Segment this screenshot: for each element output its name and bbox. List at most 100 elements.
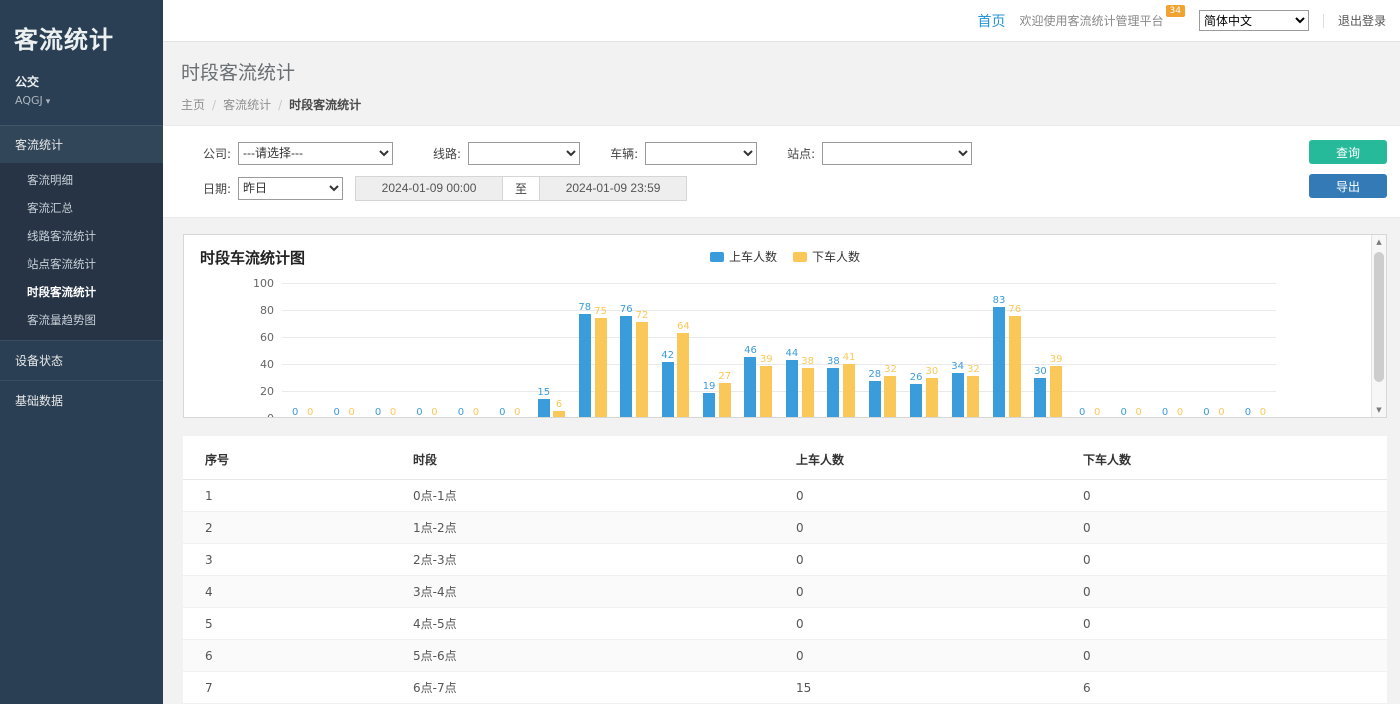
- sidebar-item-passenger-flow-summary[interactable]: 客流汇总: [0, 194, 163, 222]
- bar[interactable]: [926, 378, 938, 418]
- bar[interactable]: [744, 357, 756, 418]
- notification-badge: 34: [1166, 5, 1185, 17]
- table-cell: 0: [796, 608, 1083, 640]
- bar[interactable]: [620, 316, 632, 418]
- vehicle-select[interactable]: [645, 142, 757, 165]
- table-cell: 0: [796, 544, 1083, 576]
- sidebar-item-timeperiod-passenger-stats[interactable]: 时段客流统计: [0, 278, 163, 306]
- query-button[interactable]: 查询: [1309, 140, 1387, 164]
- bar-value-label: 0: [333, 407, 339, 418]
- welcome-text: 欢迎使用客流统计管理平台34: [1020, 12, 1185, 29]
- date-start-input[interactable]: [355, 176, 503, 201]
- station-select[interactable]: [822, 142, 972, 165]
- bar[interactable]: [884, 376, 896, 418]
- bar[interactable]: [1034, 378, 1046, 418]
- profile-user-dropdown[interactable]: AQGJ▾: [15, 94, 148, 107]
- sidebar-item-station-passenger-stats[interactable]: 站点客流统计: [0, 250, 163, 278]
- table-cell: 5: [183, 608, 413, 640]
- bar[interactable]: [802, 368, 814, 418]
- bar-value-label: 0: [348, 407, 354, 418]
- language-select[interactable]: 简体中文: [1199, 10, 1309, 31]
- bar-wrap: 0: [1133, 284, 1145, 418]
- chart-category: 263015点-16点: [903, 284, 944, 418]
- chart-card: 时段车流统计图 上车人数下车人数 020406080100 000点-1点001…: [183, 234, 1387, 418]
- breadcrumb-passenger-stats[interactable]: 客流统计: [223, 98, 271, 112]
- legend-item[interactable]: 下车人数: [793, 248, 860, 265]
- company-select[interactable]: ---请选择---: [238, 142, 393, 165]
- sidebar-section-passenger-stats[interactable]: 客流统计: [0, 126, 163, 163]
- bar-pair: 156: [537, 284, 565, 418]
- bar-value-label: 6: [556, 399, 562, 410]
- bar-pair: 7875: [578, 284, 606, 418]
- scrollbar-up-icon[interactable]: ▲: [1376, 238, 1381, 246]
- chart-category: 1566点-7点: [531, 284, 572, 418]
- bar-value-label: 0: [375, 407, 381, 418]
- bar-wrap: 41: [843, 284, 856, 418]
- app-brand: 客流统计: [0, 0, 163, 73]
- export-button[interactable]: 导出: [1309, 174, 1387, 198]
- bar[interactable]: [967, 376, 979, 418]
- bar-pair: 00: [1242, 284, 1269, 418]
- chart-area: 020406080100 000点-1点001点-2点002点-3点003点-4…: [248, 284, 1276, 418]
- bar-wrap: 64: [677, 284, 690, 418]
- date-end-input[interactable]: [539, 176, 687, 201]
- bar[interactable]: [538, 399, 550, 418]
- bar[interactable]: [869, 381, 881, 418]
- sidebar-item-passenger-flow-trend[interactable]: 客流量趋势图: [0, 306, 163, 334]
- bar[interactable]: [760, 366, 772, 418]
- bar[interactable]: [1009, 316, 1021, 418]
- bar[interactable]: [1050, 366, 1062, 418]
- sidebar-section-device-status[interactable]: 设备状态: [0, 340, 163, 380]
- sidebar-section-base-data[interactable]: 基础数据: [0, 380, 163, 420]
- logout-link[interactable]: 退出登录: [1338, 12, 1386, 29]
- table-body: 10点-1点0021点-2点0032点-3点0043点-4点0054点-5点00…: [183, 480, 1387, 704]
- bar[interactable]: [827, 368, 839, 418]
- date-preset-select[interactable]: 昨日: [238, 177, 343, 200]
- sidebar-item-passenger-flow-detail[interactable]: 客流明细: [0, 166, 163, 194]
- line-select[interactable]: [468, 142, 580, 165]
- scrollbar-thumb[interactable]: [1374, 252, 1384, 382]
- bar-pair: 3841: [827, 284, 855, 418]
- scrollbar[interactable]: ▲ ▼: [1371, 235, 1386, 417]
- bar[interactable]: [553, 411, 565, 418]
- y-tick-label: 20: [260, 386, 274, 398]
- bar[interactable]: [703, 393, 715, 418]
- bar[interactable]: [993, 307, 1005, 418]
- chart-category: 0021点-22点: [1152, 284, 1193, 418]
- table-cell: 3点-4点: [413, 576, 796, 608]
- table-cell: 0: [796, 640, 1083, 672]
- table-header-row: 序号时段上车人数下车人数: [183, 442, 1387, 480]
- bar-wrap: 0: [331, 284, 343, 418]
- bar[interactable]: [843, 364, 855, 418]
- bar[interactable]: [786, 360, 798, 418]
- legend-label: 下车人数: [812, 248, 860, 265]
- bar[interactable]: [636, 322, 648, 418]
- bar[interactable]: [662, 362, 674, 418]
- chart-category: 443812点-13点: [779, 284, 820, 418]
- bar[interactable]: [595, 318, 607, 418]
- bar-wrap: 0: [1118, 284, 1130, 418]
- company-label: 公司:: [203, 145, 231, 162]
- breadcrumb-home[interactable]: 主页: [181, 98, 205, 112]
- table-cell: 3: [183, 544, 413, 576]
- page-head: 时段客流统计 主页/客流统计/时段客流统计: [163, 42, 1400, 125]
- bar-wrap: 0: [1200, 284, 1212, 418]
- bar[interactable]: [952, 373, 964, 418]
- chart-category: 003点-4点: [406, 284, 447, 418]
- bar-wrap: 78: [578, 284, 591, 418]
- bar-wrap: 76: [1008, 284, 1021, 418]
- bar[interactable]: [910, 384, 922, 418]
- chart-category: 004点-5点: [448, 284, 489, 418]
- bar-wrap: 39: [760, 284, 773, 418]
- bar[interactable]: [579, 314, 591, 418]
- scrollbar-down-icon[interactable]: ▼: [1376, 406, 1381, 414]
- bar[interactable]: [719, 383, 731, 418]
- chart-category: 0020点-21点: [1110, 284, 1151, 418]
- bar-value-label: 64: [677, 321, 690, 332]
- bar-value-label: 0: [1120, 407, 1126, 418]
- legend-item[interactable]: 上车人数: [710, 248, 777, 265]
- sidebar-item-line-passenger-stats[interactable]: 线路客流统计: [0, 222, 163, 250]
- chart-category: 76728点-9点: [613, 284, 654, 418]
- home-link[interactable]: 首页: [978, 11, 1006, 31]
- bar[interactable]: [677, 333, 689, 418]
